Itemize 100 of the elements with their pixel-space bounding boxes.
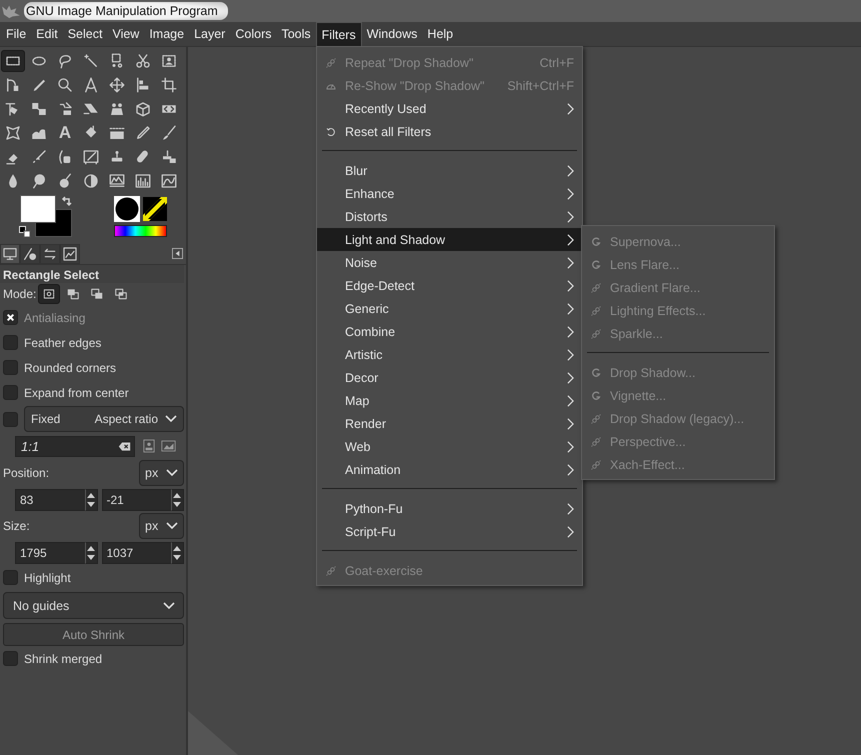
spin-button[interactable] [84,488,98,510]
number-field[interactable]: 83 [15,488,84,510]
plug-icon [590,304,602,316]
checkbox[interactable] [3,651,18,666]
clear-icon[interactable] [118,440,131,452]
portrait-icon[interactable] [143,439,155,453]
airbrush-icon [30,148,48,166]
checkbox-label: Shrink merged [24,652,102,666]
menu-bar-item[interactable]: Image [144,22,190,46]
checkbox[interactable] [3,360,18,375]
reset-icon [325,126,337,138]
circular-arc-icon [590,236,602,248]
spin-button[interactable] [171,542,184,564]
scissors-icon [134,52,152,70]
half-circle-icon [82,172,100,190]
menu-item[interactable]: Noise [317,251,582,274]
mode-button[interactable] [38,284,60,304]
pencil-icon [134,124,152,142]
menu-item[interactable]: Blur [317,159,582,182]
menu-bar-item[interactable]: Windows [362,22,422,46]
dock-tab[interactable] [40,244,60,264]
caret-icon [166,522,178,530]
number-field[interactable]: -21 [102,488,171,510]
plug-icon [590,282,602,294]
pattern-swatch[interactable] [143,197,167,221]
menu-item[interactable]: Light and Shadow [317,228,582,251]
menu-item[interactable]: Recently Used [317,97,582,120]
number-field[interactable]: 1795 [15,542,84,564]
menu-bar-item[interactable]: Help [422,22,458,46]
ratio-field[interactable]: 1:1 [15,436,135,456]
gradient-swatch[interactable] [114,225,167,237]
position-label: Position: [3,466,50,480]
number-field[interactable]: 1037 [102,542,171,564]
menu-item[interactable]: Render [317,412,582,435]
framed-brush-icon [82,148,100,166]
menu-item[interactable]: Distorts [317,205,582,228]
tool-button[interactable] [1,50,25,72]
menu-item[interactable]: Python-Fu [317,497,582,520]
plug-icon [325,564,337,576]
checkbox[interactable] [3,412,18,426]
tool-button[interactable]: A [53,122,77,144]
menu-bar-item[interactable]: Select [62,22,108,46]
spin-button[interactable] [84,542,98,564]
plug-icon [590,412,602,424]
menu-item[interactable]: Generic [317,297,582,320]
default-colors-icon[interactable] [19,226,31,238]
color-swatches-drawing[interactable] [20,195,72,237]
unit-dropdown[interactable]: px [139,513,184,539]
caret-icon [163,602,175,610]
caret-icon [165,415,177,423]
checkbox[interactable] [3,335,18,350]
plug-icon [590,436,602,448]
menu-item[interactable]: Edge-Detect [317,274,582,297]
swap-arrow-icon[interactable] [61,195,73,207]
plug-icon [590,458,602,470]
menu-bar-item[interactable]: Layer [189,22,230,46]
panel-title: Rectangle Select [0,265,184,283]
menu-item[interactable]: Web [317,435,582,458]
blob-icon [30,172,48,190]
dock-tab[interactable] [20,244,40,264]
pen-info-icon [22,246,38,262]
circular-arc-icon [590,258,602,270]
menu-bar-item[interactable]: Edit [31,22,63,46]
panel-menu-icon[interactable] [172,248,183,259]
dock-tab[interactable] [0,244,20,264]
checkbox-label: Expand from center [24,386,129,400]
checkbox[interactable] [3,570,18,585]
image-frame-icon [62,246,78,262]
shortcut-label: Ctrl+F [540,56,574,70]
histogram-icon [134,172,152,190]
menu-bar-item[interactable]: View [107,22,144,46]
menu-item[interactable]: Script-Fu [317,520,582,543]
move-icon [108,76,126,94]
menu-bar-item[interactable]: Colors [230,22,276,46]
menu-bar-item[interactable]: Tools [276,22,316,46]
menu-bar-item[interactable]: File [1,22,32,46]
magnifier-icon [56,76,74,94]
menu-item[interactable]: Combine [317,320,582,343]
menu-item[interactable]: Decor [317,366,582,389]
menu-item[interactable]: Map [317,389,582,412]
checkbox[interactable] [3,385,18,400]
spin-button[interactable] [171,488,184,510]
unit-dropdown[interactable]: px [139,460,184,486]
monitor-icon [2,246,18,262]
guides-dropdown[interactable]: No guides [3,592,184,619]
selection-mode-icon [66,287,80,301]
curve-icon [160,172,178,190]
size-label: Size: [3,519,30,533]
dock-tab[interactable] [60,244,80,264]
brush-preview[interactable] [114,196,140,222]
menu-item[interactable]: Enhance [317,182,582,205]
menu-item[interactable]: Animation [317,458,582,481]
plug-icon [325,56,337,68]
menu-bar-item[interactable]: Filters [316,22,362,46]
menu-item[interactable]: Artistic [317,343,582,366]
wand-icon [82,52,100,70]
aspect-ratio-dropdown[interactable]: Aspect ratio [94,412,177,426]
menu-item[interactable]: Reset all Filters [317,120,582,143]
landscape-icon[interactable] [161,440,176,452]
levels-icon [108,172,126,190]
